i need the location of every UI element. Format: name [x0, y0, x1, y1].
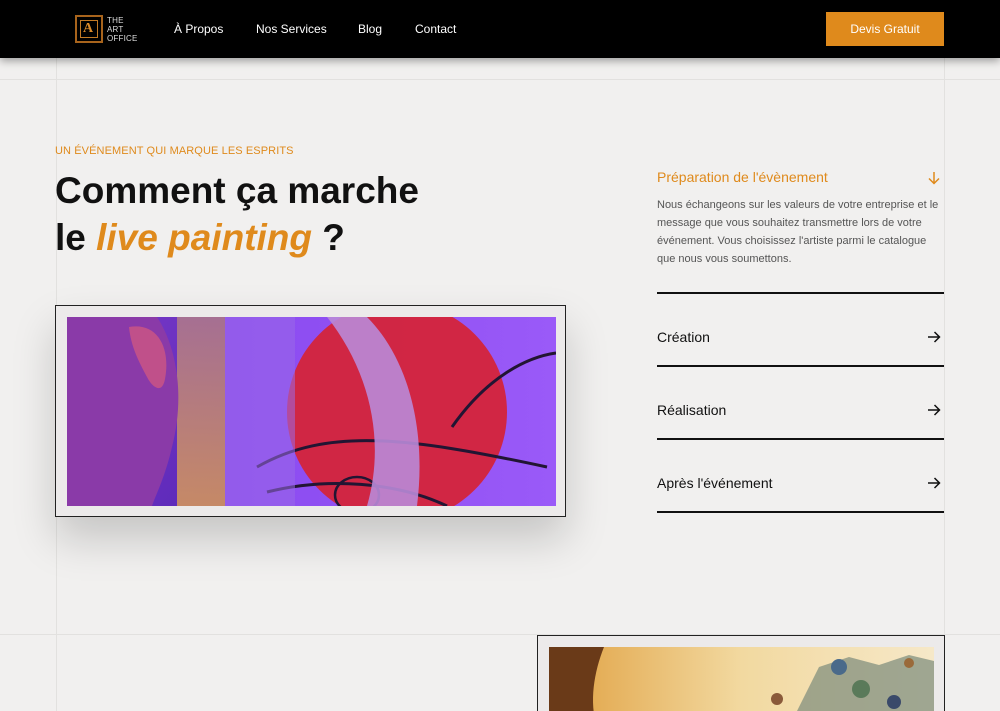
arrow-right-icon[interactable] — [926, 475, 942, 491]
accordion-title[interactable]: Après l'événement — [657, 475, 773, 491]
painting-photo — [549, 647, 934, 711]
arrow-right-icon[interactable] — [926, 329, 942, 345]
logo-word: THE — [107, 15, 124, 25]
title-prefix: le — [55, 217, 97, 258]
nav-item-services[interactable]: Nos Services — [256, 22, 327, 36]
logo-word: ART — [107, 24, 124, 34]
logo-letter: A — [83, 21, 94, 36]
accordion-divider — [657, 365, 944, 367]
logo-icon: A — [75, 15, 103, 43]
live-painting-image — [67, 317, 556, 506]
top-navigation-bar: A THE ART OFFICE À Propos Nos Services B… — [0, 0, 1000, 58]
page-title-line-1: Comment ça marche — [55, 170, 419, 211]
accordion-title[interactable]: Réalisation — [657, 402, 726, 418]
nav-item-contact[interactable]: Contact — [415, 22, 456, 36]
arrow-right-icon[interactable] — [926, 402, 942, 418]
nav-item-blog[interactable]: Blog — [358, 22, 382, 36]
accordion-title-open[interactable]: Préparation de l'évènement — [657, 169, 828, 185]
accordion-body: Nous échangeons sur les valeurs de votre… — [657, 199, 939, 265]
live-painting-image-frame — [55, 305, 566, 517]
accordion-divider — [657, 438, 944, 440]
live-painting-photo — [67, 317, 556, 506]
grid-line — [0, 79, 1000, 80]
painting-image — [549, 647, 934, 711]
free-quote-button[interactable]: Devis Gratuit — [826, 12, 944, 46]
title-suffix: ? — [312, 217, 345, 258]
section-eyebrow: UN ÉVÉNEMENT QUI MARQUE LES ESPRITS — [55, 145, 294, 157]
page-title-line-2: le live painting ? — [55, 219, 345, 256]
grid-line — [944, 58, 945, 711]
brand-logo[interactable]: A THE ART OFFICE — [75, 15, 138, 43]
secondary-image-frame — [537, 635, 945, 711]
nav-item-a-propos[interactable]: À Propos — [174, 22, 223, 36]
accordion-title[interactable]: Création — [657, 329, 710, 345]
accordion-divider — [657, 511, 944, 513]
arrow-down-icon[interactable] — [926, 170, 942, 186]
logo-word: OFFICE — [107, 33, 138, 43]
logo-wordmark: THE ART OFFICE — [107, 16, 138, 43]
accordion-divider — [657, 292, 944, 294]
title-highlight: live painting — [96, 217, 312, 258]
